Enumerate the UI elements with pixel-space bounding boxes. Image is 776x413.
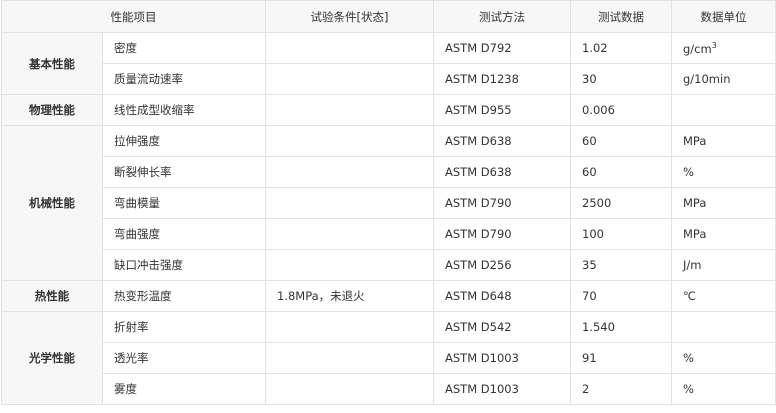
test-method-cell: ASTM D542	[433, 311, 571, 343]
unit-cell	[671, 94, 776, 126]
test-value-cell: 91	[570, 342, 672, 374]
test-condition-cell	[265, 156, 434, 188]
test-condition-cell	[265, 218, 434, 250]
category-cell: 热性能	[1, 280, 103, 312]
property-item-cell: 雾度	[102, 373, 266, 405]
test-method-cell: ASTM D792	[433, 32, 571, 64]
unit-text: g/cm	[683, 41, 712, 56]
property-item-cell: 透光率	[102, 342, 266, 374]
property-item-cell: 缺口冲击强度	[102, 249, 266, 281]
test-method-cell: ASTM D638	[433, 156, 571, 188]
property-item-cell: 密度	[102, 32, 266, 64]
unit-cell: g/cm3	[671, 32, 776, 64]
category-cell: 机械性能	[1, 125, 103, 281]
property-item-cell: 弯曲模量	[102, 187, 266, 219]
unit-text: J/m	[683, 258, 702, 272]
test-condition-cell: 1.8MPa，未退火	[265, 280, 434, 312]
test-method-cell: ASTM D790	[433, 187, 571, 219]
test-value-cell: 1.02	[570, 32, 672, 64]
test-method-cell: ASTM D790	[433, 218, 571, 250]
header-data-unit: 数据单位	[671, 0, 776, 33]
test-method-cell: ASTM D955	[433, 94, 571, 126]
header-test-data: 测试数据	[570, 0, 672, 33]
table-row: 缺口冲击强度 ASTM D256 35 J/m	[2, 249, 776, 281]
test-method-cell: ASTM D1003	[433, 342, 571, 374]
unit-cell	[671, 311, 776, 343]
unit-text: MPa	[683, 196, 707, 210]
unit-text: ℃	[683, 289, 696, 303]
test-value-cell: 2500	[570, 187, 672, 219]
table-row: 热性能 热变形温度 1.8MPa，未退火 ASTM D648 70 ℃	[1, 280, 776, 312]
category-cell: 光学性能	[1, 311, 103, 405]
test-method-cell: ASTM D648	[433, 280, 571, 312]
table-row: 质量流动速率 ASTM D1238 30 g/10min	[2, 63, 776, 95]
table-row: 光学性能 折射率 ASTM D542 1.540	[1, 311, 776, 405]
unit-cell: MPa	[671, 218, 776, 250]
test-condition-cell	[265, 311, 434, 343]
test-value-cell: 60	[570, 125, 672, 157]
category-cell: 物理性能	[1, 94, 103, 126]
header-test-method: 测试方法	[433, 0, 571, 33]
unit-text: %	[683, 382, 694, 396]
unit-text: MPa	[683, 227, 707, 241]
unit-text: g/10min	[683, 72, 731, 86]
table-body: 基本性能 密度 ASTM D792 1.02 g/cm3 质量流动速率 ASTM D1238…	[1, 32, 776, 405]
unit-cell: ℃	[671, 280, 776, 312]
test-condition-cell	[265, 63, 434, 95]
property-item-cell: 弯曲强度	[102, 218, 266, 250]
test-condition-cell	[265, 342, 434, 374]
test-condition-cell	[265, 373, 434, 405]
test-method-cell: ASTM D256	[433, 249, 571, 281]
table-row: 雾度 ASTM D1003 2%	[2, 373, 776, 405]
unit-cell: J/m	[671, 249, 776, 281]
test-value-cell: 70	[570, 280, 672, 312]
properties-table: 性能项目 试验条件[状态] 测试方法 测试数据 数据单位 基本性能 密度 ASTM …	[1, 0, 776, 405]
property-item-cell: 热变形温度	[102, 280, 266, 312]
test-condition-cell	[265, 187, 434, 219]
property-item-cell: 断裂伸长率	[102, 156, 266, 188]
table-row: 基本性能 密度 ASTM D792 1.02 g/cm3	[1, 32, 776, 95]
unit-superscript: 3	[711, 40, 717, 50]
header-property-item: 性能项目	[1, 0, 266, 33]
table-row: 物理性能 线性成型收缩率 ASTM D955 0.006	[1, 94, 776, 126]
unit-text: MPa	[683, 134, 707, 148]
table-header-row: 性能项目 试验条件[状态] 测试方法 测试数据 数据单位	[1, 0, 776, 33]
test-value-cell: 2	[570, 373, 672, 405]
property-item-cell: 质量流动速率	[102, 63, 266, 95]
test-value-cell: 100	[570, 218, 672, 250]
table-row: 断裂伸长率 ASTM D638 60%	[2, 156, 776, 188]
table-row: 弯曲强度 ASTM D790 100 MPa	[2, 218, 776, 250]
test-value-cell: 1.540	[570, 311, 672, 343]
property-item-cell: 拉伸强度	[102, 125, 266, 157]
test-method-cell: ASTM D1238	[433, 63, 571, 95]
category-cell: 基本性能	[1, 32, 103, 95]
unit-cell: %	[671, 342, 776, 374]
table-row: 弯曲模量 ASTM D790 2500 MPa	[2, 187, 776, 219]
unit-cell: MPa	[671, 187, 776, 219]
property-item-cell: 折射率	[102, 311, 266, 343]
test-method-cell: ASTM D1003	[433, 373, 571, 405]
test-value-cell: 30	[570, 63, 672, 95]
test-condition-cell	[265, 94, 434, 126]
header-test-condition: 试验条件[状态]	[265, 0, 434, 33]
test-condition-cell	[265, 125, 434, 157]
test-value-cell: 60	[570, 156, 672, 188]
unit-cell: MPa	[671, 125, 776, 157]
test-method-cell: ASTM D638	[433, 125, 571, 157]
property-item-cell: 线性成型收缩率	[102, 94, 266, 126]
unit-cell: %	[671, 156, 776, 188]
test-value-cell: 0.006	[570, 94, 672, 126]
test-value-cell: 35	[570, 249, 672, 281]
unit-text: %	[683, 351, 694, 365]
test-condition-cell	[265, 32, 434, 64]
unit-text: %	[683, 165, 694, 179]
unit-cell: %	[671, 373, 776, 405]
test-condition-cell	[265, 249, 434, 281]
table-row: 透光率 ASTM D1003 91%	[2, 342, 776, 374]
unit-cell: g/10min	[671, 63, 776, 95]
table-row: 机械性能 拉伸强度 ASTM D638 60 MPa	[1, 125, 776, 281]
